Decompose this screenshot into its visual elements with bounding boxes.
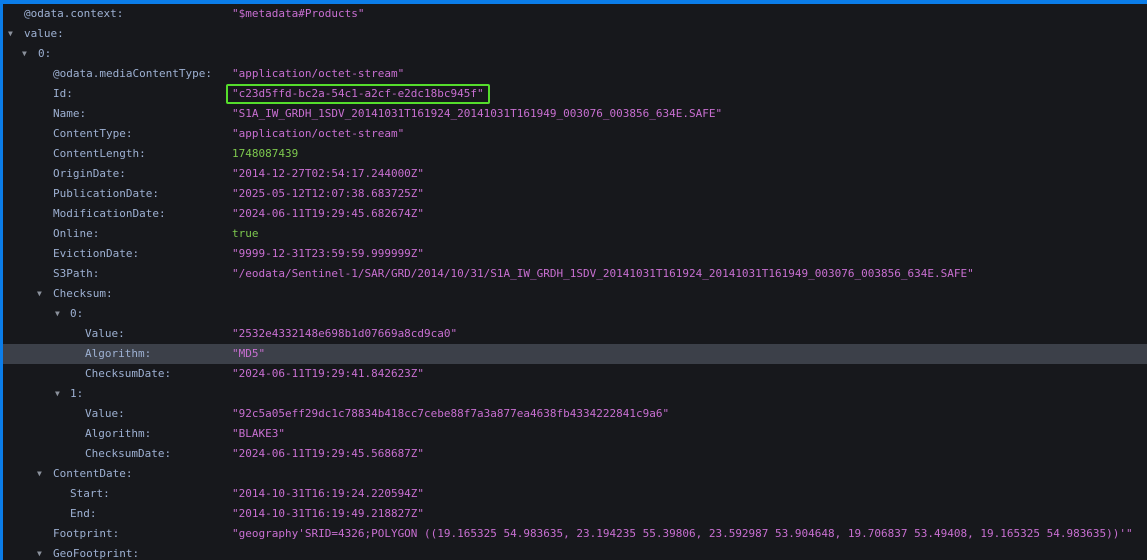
- json-value: 1748087439: [232, 147, 299, 160]
- json-key: Id:: [53, 87, 73, 100]
- json-key: Checksum:: [53, 287, 113, 300]
- json-row-publicationdate[interactable]: PublicationDate: "2025-05-12T12:07:38.683…: [3, 184, 1147, 204]
- json-row-modificationdate[interactable]: ModificationDate: "2024-06-11T19:29:45.68…: [3, 204, 1147, 224]
- json-key: ContentType:: [53, 127, 133, 140]
- json-row-checksumdate[interactable]: ChecksumDate: "2024-06-11T19:29:41.842623…: [3, 364, 1147, 384]
- chevron-down-icon[interactable]: ▼: [37, 464, 42, 484]
- json-value: "$metadata#Products": [232, 7, 365, 20]
- json-value: "2532e4332148e698b1d07669a8cd9ca0": [232, 327, 458, 340]
- json-row-1[interactable]: ▼ 1:: [3, 384, 1147, 404]
- json-row--odata-mediacontenttype[interactable]: @odata.mediaContentType: "application/oct…: [3, 64, 1147, 84]
- chevron-down-icon[interactable]: ▼: [37, 544, 42, 560]
- json-row-checksum[interactable]: ▼ Checksum:: [3, 284, 1147, 304]
- json-row-footprint[interactable]: Footprint: "geography'SRID=4326;POLYGON (…: [3, 524, 1147, 544]
- json-tree: @odata.context: "$metadata#Products" ▼ valu…: [3, 4, 1147, 560]
- json-viewer-panel: @odata.context: "$metadata#Products" ▼ valu…: [0, 0, 1147, 560]
- json-key: 0:: [70, 307, 84, 320]
- json-row-contentdate[interactable]: ▼ ContentDate:: [3, 464, 1147, 484]
- json-value: "S1A_IW_GRDH_1SDV_20141031T161924_201410…: [232, 107, 723, 120]
- json-row-value[interactable]: Value: "2532e4332148e698b1d07669a8cd9ca0": [3, 324, 1147, 344]
- json-row-start[interactable]: Start: "2014-10-31T16:19:24.220594Z": [3, 484, 1147, 504]
- json-row-0[interactable]: ▼ 0:: [3, 304, 1147, 324]
- json-key: Name:: [53, 107, 87, 120]
- json-key: PublicationDate:: [53, 187, 159, 200]
- chevron-down-icon[interactable]: ▼: [37, 284, 42, 304]
- json-key: S3Path:: [53, 267, 100, 280]
- json-value: "application/octet-stream": [232, 127, 405, 140]
- json-row--odata-context[interactable]: @odata.context: "$metadata#Products": [3, 4, 1147, 24]
- json-value: "2024-06-11T19:29:45.682674Z": [232, 207, 425, 220]
- json-row-s3path[interactable]: S3Path: "/eodata/Sentinel-1/SAR/GRD/2014/…: [3, 264, 1147, 284]
- json-value: "geography'SRID=4326;POLYGON ((19.165325…: [232, 527, 1133, 540]
- json-key: @odata.context:: [24, 7, 124, 20]
- json-key: Value:: [85, 327, 125, 340]
- json-value: "92c5a05eff29dc1c78834b418cc7cebe88f7a3a…: [232, 407, 670, 420]
- json-value: true: [232, 227, 259, 240]
- json-key: OriginDate:: [53, 167, 126, 180]
- chevron-down-icon[interactable]: ▼: [22, 44, 27, 64]
- json-value: "2024-06-11T19:29:45.568687Z": [232, 447, 425, 460]
- json-value: "2025-05-12T12:07:38.683725Z": [232, 187, 425, 200]
- json-row-origindate[interactable]: OriginDate: "2014-12-27T02:54:17.244000Z": [3, 164, 1147, 184]
- json-key: Algorithm:: [85, 427, 152, 440]
- json-key: GeoFootprint:: [53, 547, 140, 560]
- json-key: End:: [70, 507, 97, 520]
- json-key: ContentLength:: [53, 147, 146, 160]
- json-key: Footprint:: [53, 527, 120, 540]
- json-key: @odata.mediaContentType:: [53, 67, 212, 80]
- json-row-online[interactable]: Online: true: [3, 224, 1147, 244]
- json-value: "2014-12-27T02:54:17.244000Z": [232, 167, 425, 180]
- json-value: "application/octet-stream": [232, 67, 405, 80]
- json-row-name[interactable]: Name: "S1A_IW_GRDH_1SDV_20141031T161924_2…: [3, 104, 1147, 124]
- json-key: ChecksumDate:: [85, 367, 172, 380]
- json-row-value[interactable]: ▼ value:: [3, 24, 1147, 44]
- json-row-id[interactable]: Id: "c23d5ffd-bc2a-54c1-a2cf-e2dc18bc945f…: [3, 84, 1147, 104]
- json-value: "/eodata/Sentinel-1/SAR/GRD/2014/10/31/S…: [232, 267, 974, 280]
- json-key: Online:: [53, 227, 100, 240]
- json-row-evictiondate[interactable]: EvictionDate: "9999-12-31T23:59:59.999999…: [3, 244, 1147, 264]
- json-key: ChecksumDate:: [85, 447, 172, 460]
- json-key: Algorithm:: [85, 347, 152, 360]
- json-key: ModificationDate:: [53, 207, 166, 220]
- json-value: "9999-12-31T23:59:59.999999Z": [232, 247, 425, 260]
- json-row-algorithm[interactable]: Algorithm: "MD5": [3, 344, 1147, 364]
- json-row-geofootprint[interactable]: ▼ GeoFootprint:: [3, 544, 1147, 560]
- json-row-0[interactable]: ▼ 0:: [3, 44, 1147, 64]
- json-key: EvictionDate:: [53, 247, 140, 260]
- json-row-algorithm[interactable]: Algorithm: "BLAKE3": [3, 424, 1147, 444]
- json-value: "2014-10-31T16:19:49.218827Z": [232, 507, 425, 520]
- json-row-contentlength[interactable]: ContentLength: 1748087439: [3, 144, 1147, 164]
- json-row-contenttype[interactable]: ContentType: "application/octet-stream": [3, 124, 1147, 144]
- chevron-down-icon[interactable]: ▼: [55, 384, 60, 404]
- json-key: Value:: [85, 407, 125, 420]
- json-key: ContentDate:: [53, 467, 133, 480]
- json-value: "2024-06-11T19:29:41.842623Z": [232, 367, 425, 380]
- chevron-down-icon[interactable]: ▼: [8, 24, 13, 44]
- json-value: "MD5": [232, 347, 266, 360]
- json-row-end[interactable]: End: "2014-10-31T16:19:49.218827Z": [3, 504, 1147, 524]
- json-row-checksumdate[interactable]: ChecksumDate: "2024-06-11T19:29:45.568687…: [3, 444, 1147, 464]
- json-value-highlighted: "c23d5ffd-bc2a-54c1-a2cf-e2dc18bc945f": [226, 84, 490, 104]
- json-key: 1:: [70, 387, 84, 400]
- chevron-down-icon[interactable]: ▼: [55, 304, 60, 324]
- json-key: Start:: [70, 487, 110, 500]
- json-row-value[interactable]: Value: "92c5a05eff29dc1c78834b418cc7cebe8…: [3, 404, 1147, 424]
- json-value: "BLAKE3": [232, 427, 285, 440]
- json-value: "2014-10-31T16:19:24.220594Z": [232, 487, 425, 500]
- json-key: 0:: [38, 47, 52, 60]
